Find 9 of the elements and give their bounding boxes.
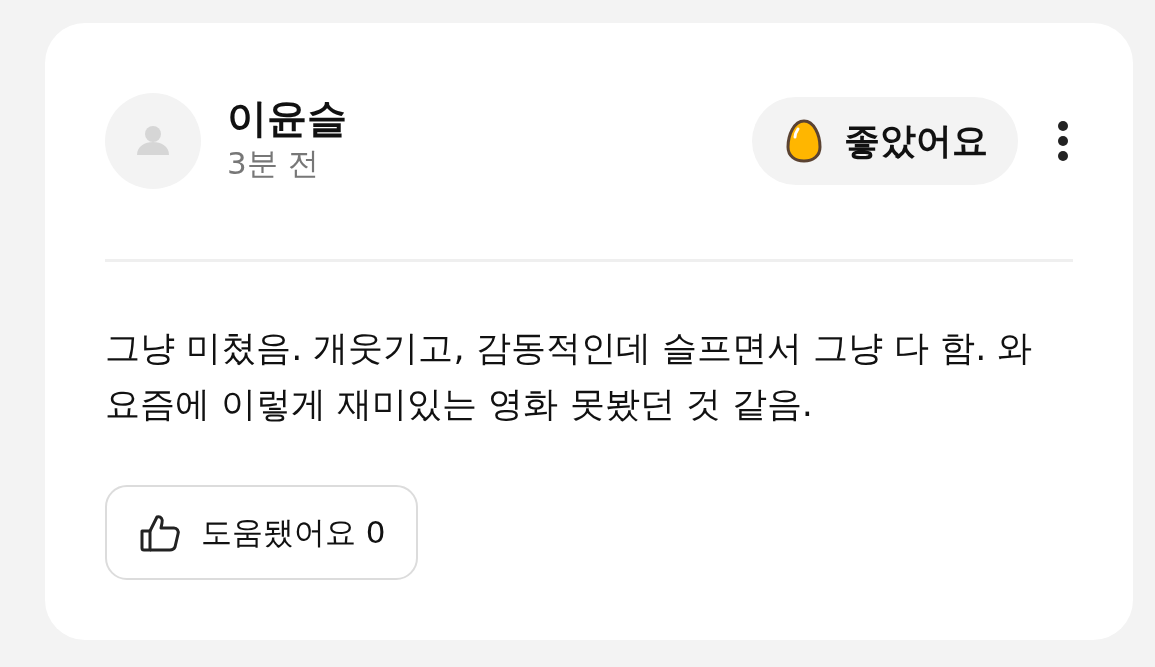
post-time: 3분 전: [227, 144, 320, 183]
egg-icon: [786, 119, 822, 163]
avatar-icon: [105, 93, 201, 189]
rating-button[interactable]: 좋았어요: [752, 97, 1018, 185]
review-text: 그냥 미쳤음. 개웃기고, 감동적인데 슬프면서 그냥 다 함. 와 요즘에 이렇게 재미있는 영화 못봤던 것 같음.: [105, 327, 1034, 426]
thumbs-up-icon: [139, 512, 181, 553]
more-menu-button[interactable]: [1056, 121, 1070, 161]
author-name: 이윤슬: [227, 94, 348, 143]
helpful-button[interactable]: 도움됐어요 0: [105, 485, 418, 580]
